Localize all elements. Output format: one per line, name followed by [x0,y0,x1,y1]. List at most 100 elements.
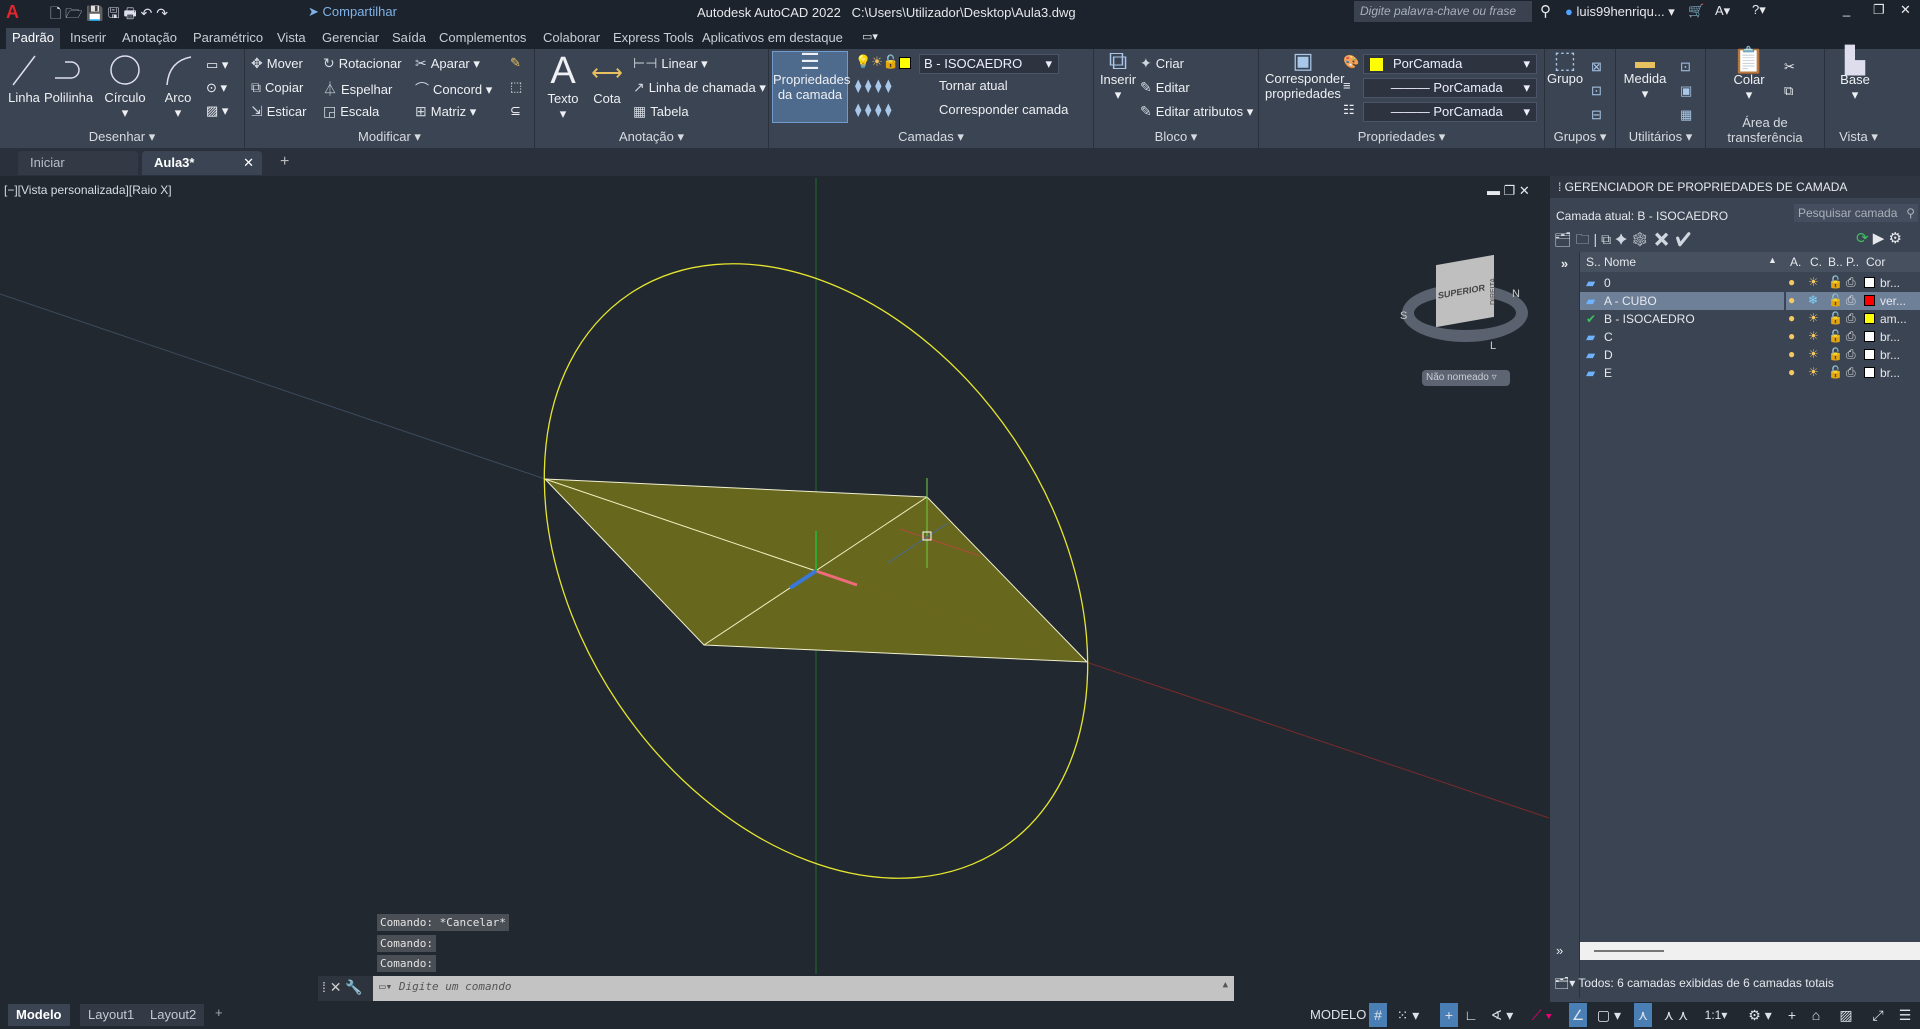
layer-row[interactable]: ▰ E ● ☀ 🔓 ⎙ br... [1580,364,1920,382]
hatch-icon[interactable]: ▨ ▾ [206,103,228,119]
tab-gerenciar[interactable]: Gerenciar [316,28,385,49]
trim-button[interactable]: ✂ Aparar ▾ [415,55,480,72]
close-button[interactable]: ✕ [1900,2,1911,18]
leader-button[interactable]: ↗ Linha de chamada ▾ [633,79,766,96]
ucs-menu[interactable]: Não nomeado ▿ [1422,370,1510,386]
layer-on-bulb-icon[interactable]: ● [1788,347,1795,361]
erase-icon[interactable]: ✎ [510,55,521,71]
panel-title-area[interactable]: Área de transferência [1706,115,1824,145]
workspace-gear-icon[interactable]: ⚙ ▾ [1742,1003,1778,1027]
layer-color-swatch[interactable] [1864,367,1875,378]
line-button[interactable]: Linha [4,53,44,105]
utility-tools-icons[interactable]: ⊡ ▣ ▦ [1680,55,1692,127]
tab-saida[interactable]: Saída [386,28,432,49]
text-button[interactable]: A Texto ▾ [543,51,583,121]
layer-list-scrollbar[interactable] [1580,942,1920,960]
panel-title-utilitarios[interactable]: Utilitários ▾ [1616,129,1705,145]
layer-plot-icon[interactable]: ⎙ [1846,275,1856,290]
viewcube-face-right[interactable]: DIREITA [1490,278,1497,305]
layer-on-bulb-icon[interactable]: ● [1788,329,1795,343]
column-name[interactable]: Nome [1604,255,1636,269]
layer-frozen-icon[interactable]: ❄ [1808,293,1818,307]
layer-color-swatch[interactable] [1864,313,1875,324]
cut-copy-icons[interactable]: ✂ ⧉ [1784,55,1795,103]
layer-search-input[interactable]: Pesquisar camada ⚲ [1794,204,1918,222]
minimize-button[interactable]: _ [1843,2,1850,17]
linetype-dropdown[interactable]: ——— PorCamada ▾ [1363,78,1537,98]
tab-parametrico[interactable]: Paramétrico [187,28,269,49]
column-plot[interactable]: P.. [1846,255,1859,269]
ortho-icon[interactable]: ∟ [1462,1003,1480,1027]
compass-south[interactable]: S [1400,310,1407,322]
annotation-visibility-icon[interactable]: ⋏ [1634,1003,1652,1027]
tab-anotacao[interactable]: Anotação [116,28,183,49]
panel-title-bloco[interactable]: Bloco ▾ [1094,129,1258,145]
command-prompt-icon[interactable]: ▭▾ [379,980,392,993]
tab-inserir[interactable]: Inserir [64,28,112,49]
column-color[interactable]: Cor [1866,255,1885,269]
layer-color-swatch[interactable] [1864,349,1875,360]
linear-button[interactable]: ⊢⊣ Linear ▾ [633,55,708,72]
drag-handle[interactable]: ⁞ [322,979,326,995]
layer-color-swatch[interactable] [1864,295,1875,306]
copy-button[interactable]: ⧉ Copiar [251,79,303,96]
close-command-icon[interactable]: ✕ [330,979,342,995]
new-tab-button[interactable]: + [280,153,289,171]
cart-icon[interactable]: 🛒 [1688,3,1704,19]
layer-dropdown[interactable]: B - ISOCAEDRO ▾ [919,54,1059,74]
expand-filters-button[interactable]: » [1550,252,1580,998]
tab-complementos[interactable]: Complementos [433,28,532,49]
match-properties-button[interactable]: ▣ Corresponder propriedades [1265,50,1345,102]
layer-row[interactable]: ▰ A - CUBO ● ❄ 🔓 ⎙ ver... [1580,292,1920,310]
panel-title-anotacao[interactable]: Anotação ▾ [535,129,768,145]
layer-plot-icon[interactable]: ⎙ [1846,293,1856,308]
viewport-window-controls[interactable]: ▬ ❐ ✕ [1487,183,1530,199]
explode-icon[interactable]: ⬚ [510,79,522,95]
measure-button[interactable]: ▬ Medida ▾ [1620,52,1670,101]
polyline-button[interactable]: Polilinha [44,53,93,105]
annotation-monitor-icon[interactable]: + [1782,1003,1802,1027]
layer-on-bulb-icon[interactable]: ● [1788,311,1795,325]
layer-color-swatch[interactable] [1864,331,1875,342]
layout-tab-layout2[interactable]: Layout2 [142,1004,205,1026]
panel-title-camadas[interactable]: Camadas ▾ [769,129,1093,145]
layer-plot-icon[interactable]: ⎙ [1846,365,1856,380]
compass-north[interactable]: N [1512,288,1520,300]
graphics-performance-icon[interactable]: ▨ [1836,1003,1856,1027]
layer-thawed-sun-icon[interactable]: ☀ [1808,275,1819,289]
panel-title-grupos[interactable]: Grupos ▾ [1545,129,1615,145]
snap-toggle-icon[interactable]: ⁙ ▾ [1390,1003,1426,1027]
lineweight-dropdown[interactable]: ——— PorCamada ▾ [1363,102,1537,122]
autodesk-app-icon[interactable]: A▾ [1715,3,1730,19]
tab-express-tools[interactable]: Express Tools [607,28,700,49]
customize-wrench-icon[interactable]: 🔧 [345,979,362,995]
dimension-button[interactable]: ⟷ Cota [587,55,627,106]
expand-icon[interactable]: » [1556,943,1563,958]
move-button[interactable]: ✥ Mover [251,55,303,72]
viewcube-face-top[interactable]: SUPERIOR [1436,254,1494,328]
quick-access-toolbar-icons[interactable]: 🗋 🗁 💾 🖫 🖶 ↶ ↷ [50,3,168,27]
annotation-scale-dropdown[interactable]: 1:1▾ [1700,1003,1732,1027]
drawing-canvas[interactable] [0,178,1549,974]
tab-vista[interactable]: Vista [271,28,312,49]
layer-on-bulb-icon[interactable]: ● [1788,365,1795,379]
layer-thawed-sun-icon[interactable]: ☀ [1808,329,1819,343]
insert-block-button[interactable]: ⧉ Inserir ▾ [1098,47,1138,102]
array-button[interactable]: ⊞ Matriz ▾ [415,103,476,120]
model-space-button[interactable]: MODELO [1310,1003,1366,1027]
group-tools-icons[interactable]: ⊠ ⊡ ⊟ [1591,55,1602,127]
autocad-logo-icon[interactable]: A [6,2,19,23]
edit-block-button[interactable]: ✎ Editar [1140,79,1190,96]
stretch-button[interactable]: ⇲ Esticar [251,103,306,120]
layer-tools-row2-icons[interactable]: ⧫ ⧫ ⧫ ⧫ [855,102,892,118]
tab-colaborar[interactable]: Colaborar [537,28,606,49]
rotate-button[interactable]: ↻ Rotacionar [323,55,402,72]
scale-button[interactable]: ◲ Escala [323,103,379,120]
make-current-button[interactable]: Tornar atual [939,78,1008,93]
offset-icon[interactable]: ⊆ [510,103,521,119]
layer-row[interactable]: ✔ B - ISOCAEDRO ● ☀ 🔓 ⎙ am... [1580,310,1920,328]
tab-aplicativos[interactable]: Aplicativos em destaque [696,28,849,49]
layout-tab-layout1[interactable]: Layout1 [80,1004,143,1026]
group-button[interactable]: ⬚ Grupo [1547,49,1583,87]
help-icon[interactable]: ?▾ [1752,2,1766,18]
